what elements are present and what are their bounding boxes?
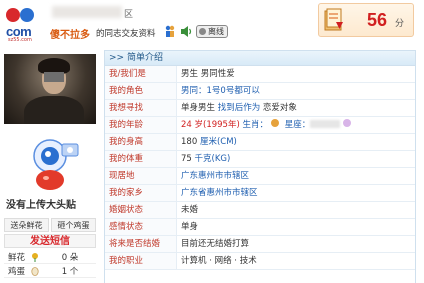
info-row-value: 广东省惠州市市辖区 [177, 185, 415, 201]
info-row: 我想寻找 单身男生 找到后作为 恋爱对象 [105, 100, 415, 117]
info-value-part: 单身 [181, 222, 199, 232]
info-row-label: 我/我们是 [105, 66, 177, 82]
flower-icon [32, 253, 38, 262]
info-row: 现居地 广东惠州市市辖区 [105, 168, 415, 185]
info-row-value: 单身男生 找到后作为 恋爱对象 [177, 100, 415, 116]
info-row-label: 我的体重 [105, 151, 177, 167]
info-value-part: 广东惠州市市辖区 [181, 171, 250, 181]
info-value-part: 星座： [282, 120, 311, 130]
profile-photo[interactable] [4, 54, 96, 124]
info-row-label: 感情状态 [105, 219, 177, 235]
status-label: 离线 [208, 27, 224, 36]
info-row: 将来是否结婚 目前还无结婚打算 [105, 236, 415, 253]
info-row: 我的职业 计算机 · 网络 · 技术 [105, 253, 415, 270]
upload-avatar-prompt: 没有上传大头贴 [6, 200, 76, 211]
egg-count: 1 个 [61, 267, 79, 277]
photo-mosaic [44, 72, 64, 82]
send-sms-button[interactable]: 发送短信 [4, 234, 96, 248]
district-label: 区 [124, 10, 134, 20]
info-row-value: 单身 [177, 219, 415, 235]
info-row-value: 180 厘米(CM) [177, 134, 415, 150]
info-row-value: 男生 男同性爱 [177, 66, 415, 82]
info-row-value: 未婚 [177, 202, 415, 218]
send-flower-button[interactable]: 送朵鲜花 [4, 218, 49, 232]
profile-header: com sz55.com 区 傻不拉多 的同志交友资料 离线 56 分 [0, 0, 424, 48]
mascot-camera-icon [33, 139, 79, 190]
score-box: 56 分 [318, 3, 414, 37]
photo-body [24, 96, 84, 124]
info-row-value: 广东惠州市市辖区 [177, 168, 415, 184]
egg-count-row: 鸡蛋 1 个 [4, 265, 96, 278]
info-row-value: 目前还无结婚打算 [177, 236, 415, 252]
info-row-label: 婚姻状态 [105, 202, 177, 218]
info-row: 我的家乡 广东省惠州市市辖区 [105, 185, 415, 202]
score-book-icon [324, 8, 343, 31]
flower-count: 0 朵 [61, 253, 79, 263]
profile-info-panel: >> 简单介绍 我/我们是 男生 男同性爱 我的角色 男同：1号0号都可以 我想寻找 单身… [104, 50, 416, 283]
user-tagline: 的同志交友资料 [96, 29, 156, 39]
info-row-label: 我的职业 [105, 253, 177, 269]
logo-red-ball [6, 8, 20, 22]
blurred-zodiac [310, 120, 341, 128]
info-row: 感情状态 单身 [105, 219, 415, 236]
info-row: 我的身高 180 厘米(CM) [105, 134, 415, 151]
site-logo[interactable]: com sz55.com [4, 6, 48, 44]
logo-blue-ball [20, 8, 34, 22]
info-row-value: 计算机 · 网络 · 技术 [177, 253, 415, 269]
info-row-label: 我的家乡 [105, 185, 177, 201]
blurred-region [52, 6, 122, 18]
egg-icon [31, 267, 39, 276]
info-value-part: 未婚 [181, 205, 199, 215]
info-row: 我的年龄 24 岁(1995年) 生肖： 星座： [105, 117, 415, 134]
info-value-part: 恋爱对象 [262, 103, 297, 113]
info-row-label: 我的年龄 [105, 117, 177, 133]
flower-count-row: 鲜花 0 朵 [4, 251, 96, 264]
info-value-part: 找到后作为 [215, 103, 263, 113]
info-row: 我的体重 75 千克(KG) [105, 151, 415, 168]
status-badge: 离线 [196, 25, 228, 38]
score-unit: 分 [395, 19, 405, 29]
info-value-part: 180 [181, 137, 200, 147]
gay-couple-icon [165, 25, 175, 37]
score-value: 56 [367, 10, 388, 30]
username[interactable]: 傻不拉多 [50, 26, 90, 41]
info-value-part: 男同：1号0号都可以 [181, 86, 260, 96]
info-row-value: 男同：1号0号都可以 [177, 83, 415, 99]
info-value-part: 男生 男同性爱 [181, 69, 235, 79]
panel-title: >> 简单介绍 [105, 51, 415, 66]
info-row-label: 现居地 [105, 168, 177, 184]
info-value-part: 单身男生 [181, 103, 216, 113]
star-sign-icon [343, 119, 352, 127]
egg-label: 鸡蛋 [8, 267, 26, 277]
flower-label: 鲜花 [8, 253, 26, 263]
throw-egg-button[interactable]: 砸个鸡蛋 [51, 218, 96, 232]
info-rows: 我/我们是 男生 男同性爱 我的角色 男同：1号0号都可以 我想寻找 单身男生 找到后作为… [105, 66, 415, 270]
info-row-label: 将来是否结婚 [105, 236, 177, 252]
info-row: 我/我们是 男生 男同性爱 [105, 66, 415, 83]
info-value-part: 75 [181, 154, 195, 164]
info-row-value: 75 千克(KG) [177, 151, 415, 167]
info-row: 婚姻状态 未婚 [105, 202, 415, 219]
logo-url: sz55.com [8, 37, 32, 43]
offline-dot-icon [199, 28, 206, 35]
info-row-label: 我想寻找 [105, 100, 177, 116]
info-value-part: 计算机 · 网络 · 技术 [181, 256, 257, 266]
info-row: 我的角色 男同：1号0号都可以 [105, 83, 415, 100]
info-value-part: 目前还无结婚打算 [181, 239, 250, 249]
info-value-part: 广东省惠州市市辖区 [181, 188, 258, 198]
info-value-part: 厘米(CM) [199, 137, 237, 147]
info-row-label: 我的身高 [105, 134, 177, 150]
info-row-label: 我的角色 [105, 83, 177, 99]
sound-icon[interactable] [180, 25, 193, 38]
info-value-part: 生肖： [239, 120, 268, 130]
info-value-part: 24 岁(1995年) [181, 120, 240, 130]
info-value-part: 千克(KG) [194, 154, 231, 164]
info-row-value: 24 岁(1995年) 生肖： 星座： [177, 117, 415, 133]
action-buttons: 送朵鲜花 砸个鸡蛋 [4, 218, 96, 232]
pig-icon [271, 119, 279, 127]
